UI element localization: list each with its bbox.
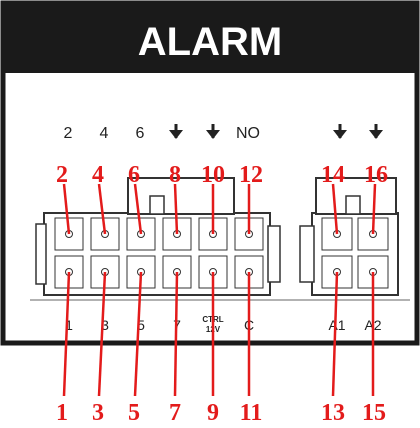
callout-11: 11 [240,400,263,426]
callout-1: 1 [56,400,68,426]
callout-5: 5 [128,400,140,426]
top-label-2: 2 [64,125,73,142]
callout-9: 9 [207,400,219,426]
top-label-no: NO [236,125,260,142]
callout-2: 2 [56,162,68,188]
callout-16: 16 [364,162,388,188]
alarm-connector-diagram: ALARM 2 4 6 NO 1 3 5 A1 2 4 6 8 10 12 14… [0,0,420,428]
callout-8: 8 [169,162,181,188]
callout-6: 6 [128,162,140,188]
header-title: ALARM [138,20,282,64]
callout-12: 12 [239,162,263,188]
callout-14: 14 [321,162,345,188]
callout-7: 7 [169,400,181,426]
callout-15: 15 [362,400,386,426]
callout-10: 10 [201,162,225,188]
callout-13: 13 [321,400,345,426]
top-label-4: 4 [100,125,109,142]
bottom-label-a1: A1 [328,317,345,333]
diagram-canvas: ALARM 2 4 6 NO 1 3 5 A1 2 4 6 8 10 12 14… [0,0,420,426]
callout-3: 3 [92,400,104,426]
bottom-callouts: 1 3 5 7 9 11 13 15 [56,400,386,426]
callout-4: 4 [92,162,104,188]
top-label-6: 6 [136,125,145,142]
